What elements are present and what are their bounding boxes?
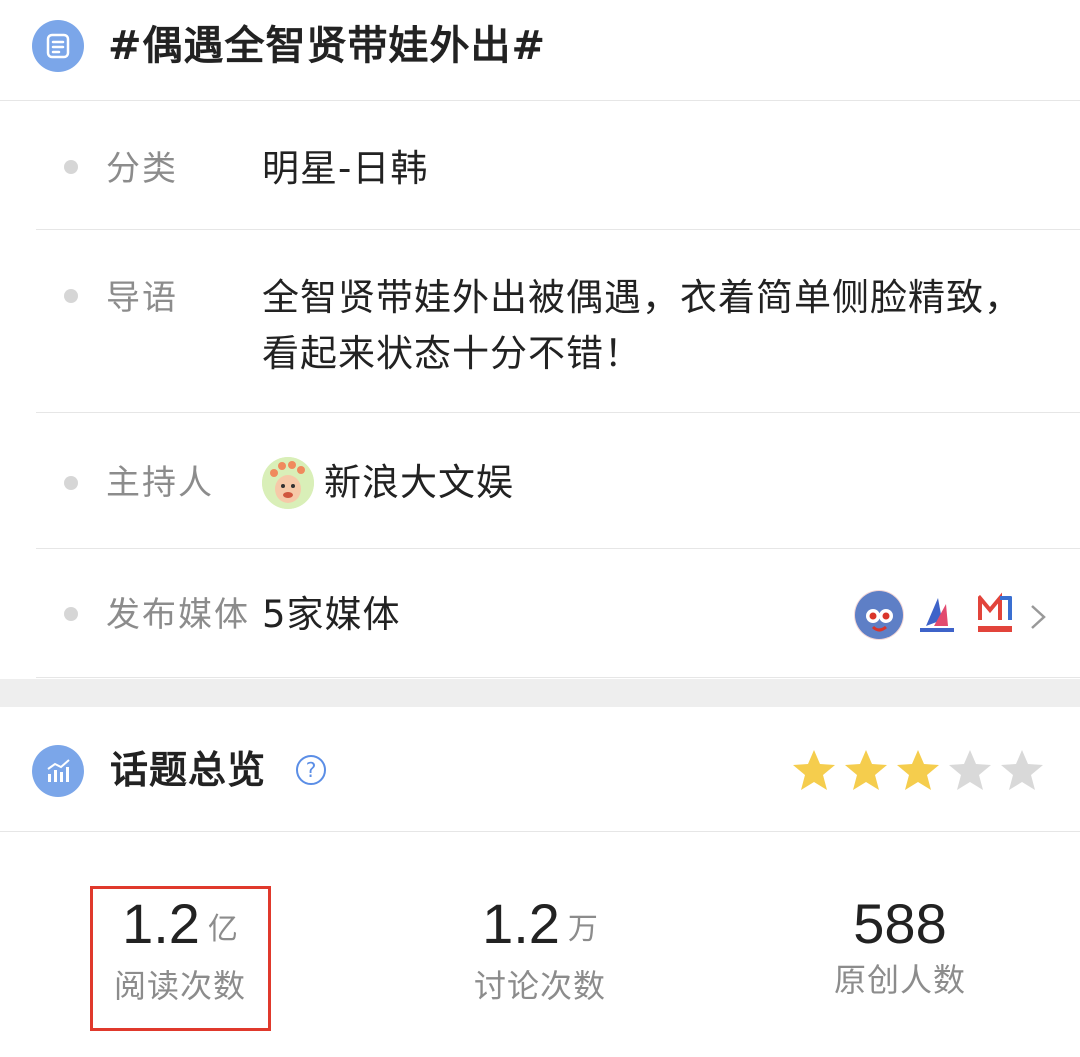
media-logos[interactable] (854, 587, 1020, 643)
intro-value: 全智贤带娃外出被偶遇，衣着简单侧脸精致，看起来状态十分不错！ (262, 276, 1022, 375)
star-filled-icon (793, 750, 835, 790)
category-label: 分类 (106, 149, 178, 189)
stat-discuss-value: 1.2 (482, 892, 560, 955)
stat-original-count: 588 原创人数 (780, 888, 1020, 1004)
bullet-dot (64, 607, 78, 621)
topic-header: #偶遇全智贤带娃外出# (0, 0, 1080, 101)
media-label: 发布媒体 (106, 595, 250, 635)
media-logo-eastday-ent[interactable] (912, 590, 962, 640)
media-count: 5家媒体 (262, 593, 401, 636)
star-filled-icon (845, 750, 887, 790)
bullet-dot (64, 160, 78, 174)
media-logo-haiwaiju[interactable] (970, 590, 1020, 640)
stat-discuss-label: 讨论次数 (473, 967, 606, 1005)
section-divider (0, 679, 1080, 707)
topic-title: #偶遇全智贤带娃外出# (108, 23, 547, 69)
stat-original-label: 原创人数 (833, 961, 966, 999)
highlight-box (90, 886, 271, 1031)
overview-title: 话题总览 (110, 748, 267, 792)
stat-original-value: 588 (853, 892, 947, 955)
info-row-host[interactable]: 主持人 新浪大文娱 (36, 413, 1080, 549)
rating-stars (790, 747, 1046, 795)
stat-discuss-count: 1.2 万 讨论次数 (420, 888, 660, 1010)
host-avatar[interactable] (262, 457, 314, 509)
overview-header: 话题总览 ? (0, 707, 1080, 832)
chevron-right-icon[interactable] (1026, 603, 1050, 631)
stat-original-value-wrap: 588 (780, 888, 1020, 960)
star-empty-icon (949, 750, 991, 790)
bullet-dot (64, 289, 78, 303)
question-icon[interactable]: ? (296, 755, 326, 785)
media-logo-sina-korea[interactable] (854, 590, 904, 640)
host-label: 主持人 (106, 463, 214, 503)
bullet-dot (64, 476, 78, 490)
star-empty-icon (1001, 750, 1043, 790)
host-name-link[interactable]: 新浪大文娱 (324, 455, 514, 511)
info-row-intro: 导语 全智贤带娃外出被偶遇，衣着简单侧脸精致，看起来状态十分不错！ (36, 230, 1080, 413)
stat-discuss-value-wrap: 1.2 万 (420, 888, 660, 966)
stat-discuss-unit: 万 (567, 913, 598, 946)
bar-chart-icon (32, 745, 84, 797)
category-value: 明星-日韩 (262, 147, 429, 190)
list-icon (32, 20, 84, 72)
star-filled-icon (897, 750, 939, 790)
info-row-media[interactable]: 发布媒体 5家媒体 (36, 549, 1080, 678)
intro-label: 导语 (106, 278, 178, 318)
info-row-category: 分类 明星-日韩 (36, 101, 1080, 230)
